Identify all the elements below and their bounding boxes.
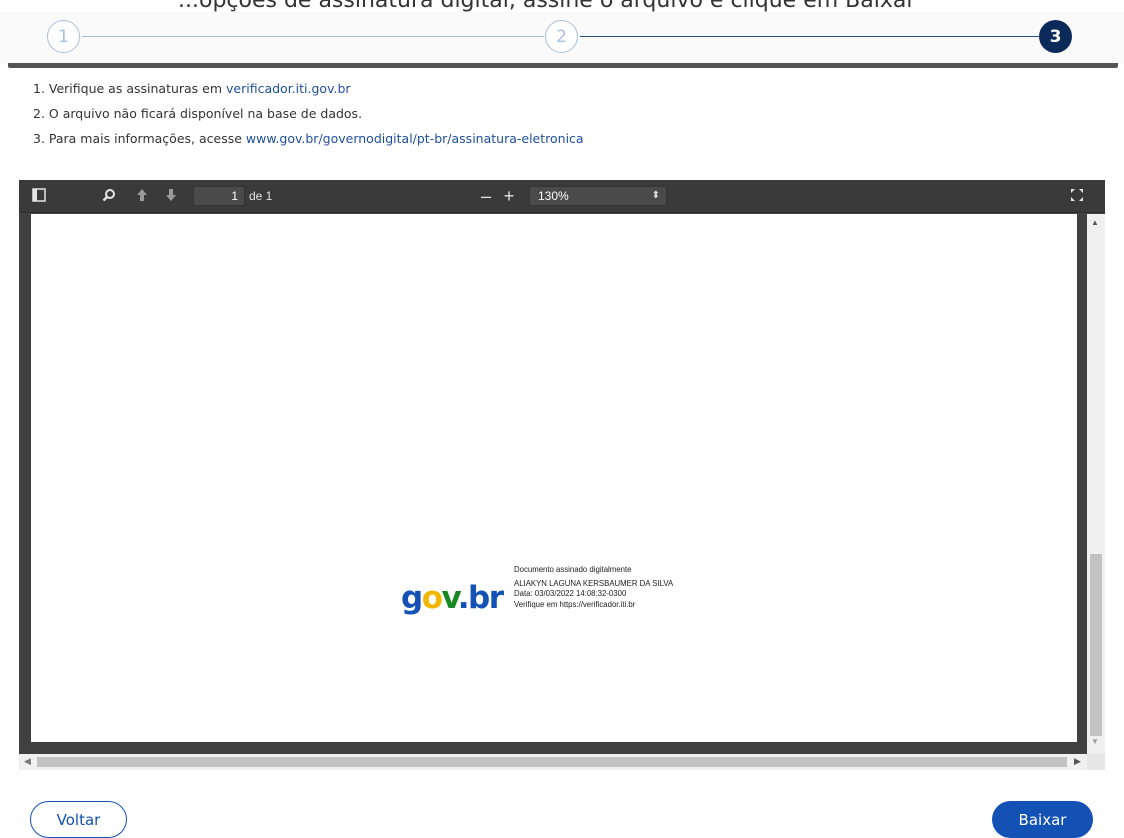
document-page: gov.br Documento assinado digitalmente A… (31, 214, 1077, 742)
signature-details: Documento assinado digitalmente ALIAKYN … (514, 565, 673, 610)
digital-signature-stamp: gov.br Documento assinado digitalmente A… (401, 565, 741, 625)
zoom-in-icon[interactable]: + (502, 187, 516, 205)
horizontal-scrollbar[interactable]: ◀ ▶ (19, 754, 1087, 770)
step-connector-2 (580, 36, 1040, 37)
scroll-right-icon[interactable]: ▶ (1074, 756, 1081, 767)
step-connector-1 (82, 36, 544, 37)
horizontal-scroll-thumb[interactable] (37, 757, 1067, 767)
info-item-3: 3. Para mais informações, acesse www.gov… (33, 132, 584, 157)
search-icon[interactable] (101, 188, 117, 205)
signature-date: Data: 03/03/2022 14:08:32-0300 (514, 589, 627, 598)
info-list: 1. Verifique as assinaturas em verificad… (33, 82, 584, 157)
sidebar-toggle-icon[interactable] (31, 188, 47, 205)
previous-page-icon[interactable] (135, 188, 149, 205)
next-page-icon[interactable] (164, 188, 178, 205)
vertical-scroll-thumb[interactable] (1090, 554, 1102, 736)
fullscreen-icon[interactable] (1069, 188, 1085, 205)
verificador-link[interactable]: verificador.iti.gov.br (226, 81, 351, 96)
verify-url: Verifique em https://verificador.iti.br (514, 599, 636, 609)
step-2: 2 (545, 20, 578, 53)
scroll-up-icon[interactable]: ▲ (1091, 218, 1099, 227)
scroll-down-icon[interactable]: ▼ (1091, 737, 1099, 746)
step-1: 1 (47, 20, 80, 53)
govbr-logo: gov.br (401, 580, 504, 616)
zoom-select[interactable]: 130% ⬍ (529, 186, 667, 206)
info-item-2: 2. O arquivo não ficará disponível na ba… (33, 107, 584, 132)
gov-link[interactable]: www.gov.br/governodigital/pt-br/assinatu… (246, 131, 584, 146)
pdf-viewer: 1 de 1 – + 130% ⬍ gov.br Documento assin… (19, 180, 1105, 770)
step-3-active: 3 (1039, 20, 1072, 53)
scrollbar-corner (1087, 754, 1105, 770)
select-arrows-icon: ⬍ (651, 190, 660, 201)
page-count: de 1 (249, 189, 273, 203)
scroll-left-icon[interactable]: ◀ (24, 756, 31, 767)
zoom-out-icon[interactable]: – (479, 187, 493, 205)
info-item-1-text: 1. Verifique as assinaturas em (33, 81, 227, 96)
back-button[interactable]: Voltar (30, 801, 127, 838)
vertical-scrollbar[interactable]: ▲ ▼ (1087, 214, 1105, 754)
signature-page: ...opções de assinatura digital, assine … (0, 0, 1124, 838)
signer-name: ALIAKYN LAGUNA KERSBAUMER DA SILVA (514, 578, 674, 588)
info-item-1: 1. Verifique as assinaturas em verificad… (33, 82, 584, 107)
signature-title: Documento assinado digitalmente (514, 565, 632, 574)
info-item-2-text: 2. O arquivo não ficará disponível na ba… (33, 106, 363, 121)
stepper-divider (8, 63, 1118, 68)
zoom-value: 130% (538, 189, 569, 203)
download-button[interactable]: Baixar (992, 801, 1093, 838)
info-item-3-text: 3. Para mais informações, acesse (33, 131, 246, 146)
pdf-toolbar: 1 de 1 – + 130% ⬍ (19, 180, 1105, 213)
page-number-input[interactable]: 1 (193, 186, 245, 206)
document-area: gov.br Documento assinado digitalmente A… (19, 214, 1087, 754)
